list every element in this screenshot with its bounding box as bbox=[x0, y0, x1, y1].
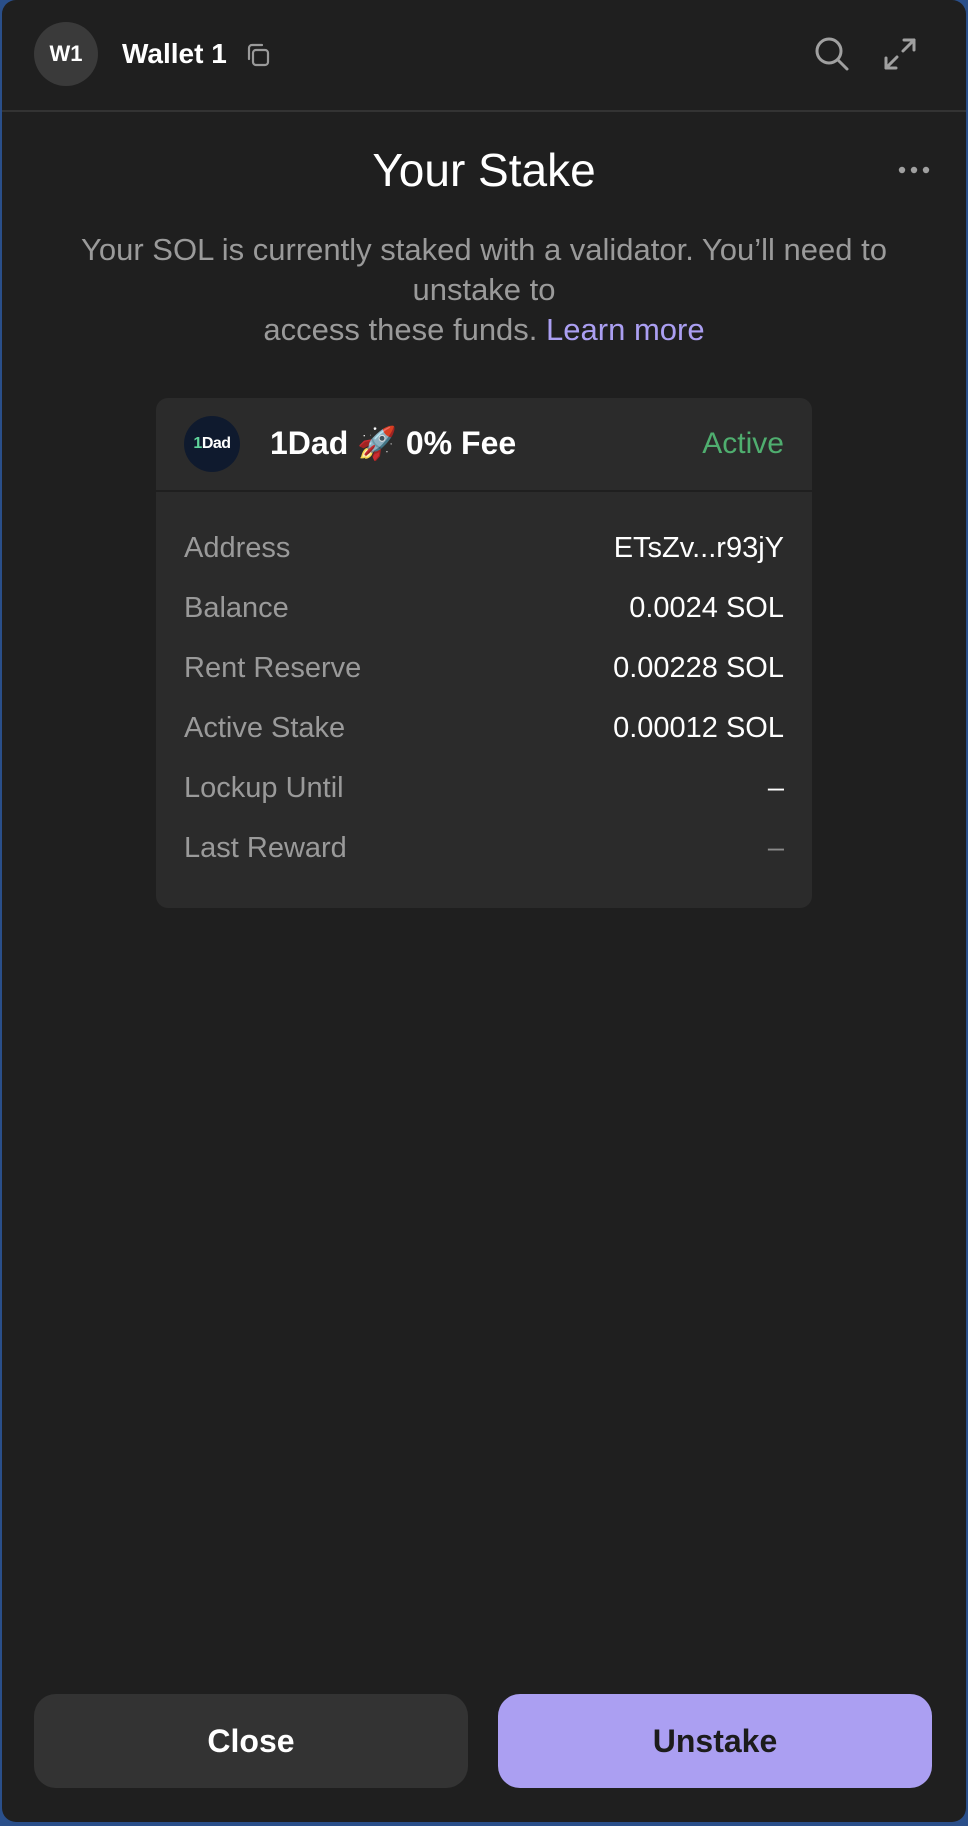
detail-row-balance: Balance 0.0024 SOL bbox=[156, 590, 812, 650]
validator-logo-digit: 1 bbox=[193, 435, 202, 452]
detail-value: – bbox=[767, 772, 784, 804]
page-title: Your Stake bbox=[372, 144, 596, 196]
learn-more-link[interactable]: Learn more bbox=[546, 312, 705, 347]
detail-row-rent-reserve: Rent Reserve 0.00228 SOL bbox=[156, 650, 812, 710]
detail-label: Lockup Until bbox=[184, 772, 344, 804]
search-icon[interactable] bbox=[812, 34, 852, 74]
detail-label: Active Stake bbox=[184, 712, 346, 744]
validator-logo: 1 Dad bbox=[184, 416, 240, 472]
stake-description: Your SOL is currently staked with a vali… bbox=[32, 230, 936, 350]
expand-icon[interactable] bbox=[880, 34, 920, 74]
detail-value: 0.0024 SOL bbox=[629, 592, 784, 624]
description-text-1: Your SOL is currently staked with a vali… bbox=[81, 232, 887, 307]
wallet-name[interactable]: Wallet 1 bbox=[122, 36, 227, 72]
copy-icon[interactable] bbox=[244, 40, 274, 70]
detail-row-active-stake: Active Stake 0.00012 SOL bbox=[156, 710, 812, 770]
address-value[interactable]: ETsZv...r93jY bbox=[614, 530, 784, 566]
validator-header: 1 Dad 1Dad 🚀 0% Fee Active bbox=[156, 398, 812, 492]
wallet-avatar[interactable]: W1 bbox=[34, 22, 98, 86]
wallet-window: W1 Wallet 1 Your Stake Your SOL is curre… bbox=[2, 0, 966, 1822]
stake-card: 1 Dad 1Dad 🚀 0% Fee Active Address ETsZv.… bbox=[156, 398, 812, 908]
detail-label: Rent Reserve bbox=[184, 652, 362, 684]
close-button[interactable]: Close bbox=[34, 1694, 468, 1788]
detail-value: 0.00012 SOL bbox=[613, 712, 784, 744]
detail-row-lockup-until: Lockup Until – bbox=[156, 770, 812, 830]
detail-row-last-reward: Last Reward – bbox=[156, 830, 812, 890]
more-icon[interactable] bbox=[894, 152, 934, 188]
detail-value: 0.00228 SOL bbox=[613, 652, 784, 684]
validator-logo-text: Dad bbox=[201, 435, 231, 452]
status-badge: Active bbox=[702, 427, 784, 460]
stake-details: Address ETsZv...r93jY Balance 0.0024 SOL… bbox=[156, 530, 812, 890]
header: W1 Wallet 1 bbox=[2, 0, 966, 112]
validator-name: 1Dad 🚀 0% Fee bbox=[270, 425, 517, 461]
detail-label: Last Reward bbox=[184, 832, 347, 864]
detail-label: Balance bbox=[184, 592, 289, 624]
description-text-2: access these funds. bbox=[263, 312, 538, 347]
detail-value: – bbox=[767, 832, 784, 864]
detail-row-address: Address ETsZv...r93jY bbox=[156, 530, 812, 590]
detail-label: Address bbox=[184, 532, 291, 564]
unstake-button[interactable]: Unstake bbox=[498, 1694, 932, 1788]
app-frame: W1 Wallet 1 Your Stake Your SOL is curre… bbox=[0, 0, 968, 1826]
